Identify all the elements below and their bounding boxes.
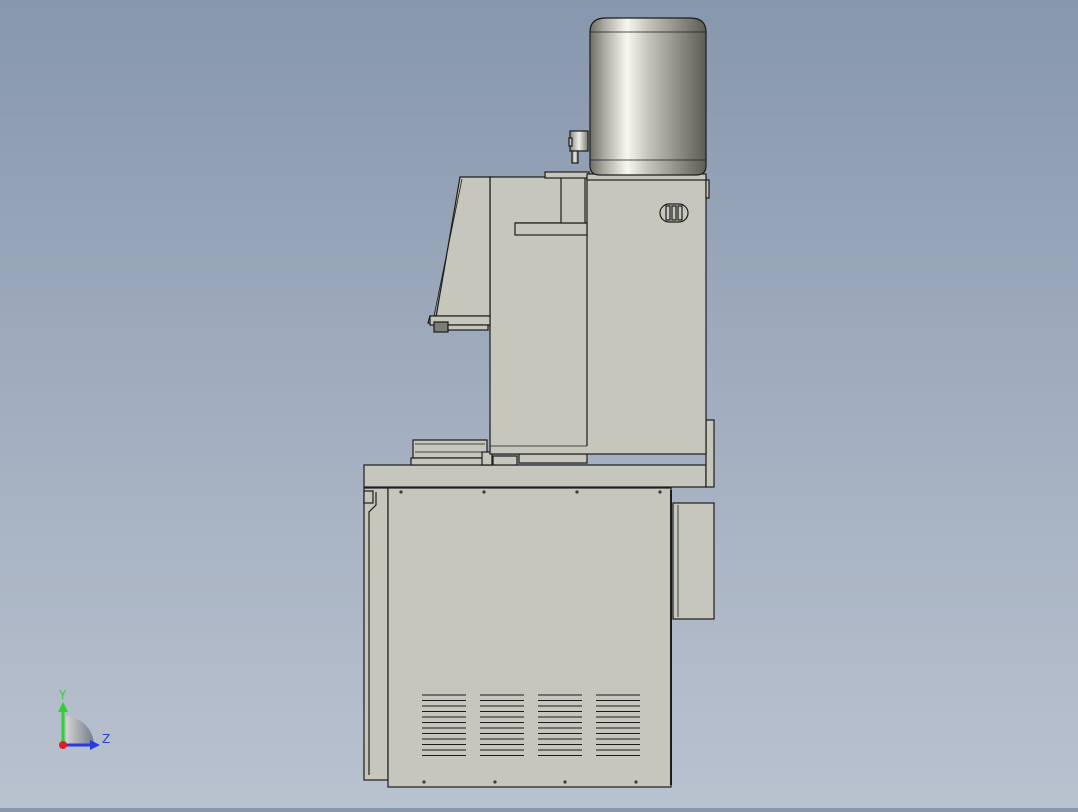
cabinet-side-panel [387,487,672,788]
triad-z-label: Z [102,732,111,746]
press-ram-head [427,176,491,333]
triad-quadrant [66,716,94,746]
rear-electrical-box [672,502,715,620]
slide-guide [560,176,586,224]
coordinate-triad [58,702,100,750]
lower-cabinet [363,487,715,788]
upper-arm-slot [514,222,588,236]
cad-graphics-viewport[interactable]: Y Z [0,0,1078,808]
indicator-lamp [659,203,689,223]
rear-plate [705,419,715,488]
foot-block [492,455,518,466]
worktable-top [363,464,707,488]
origin-dot [59,741,67,749]
door-hinge [363,490,374,504]
fixture-plate [410,439,490,466]
cabinet-door-edge [363,487,389,781]
triad-y-label: Y [59,688,67,702]
top-lip [544,171,590,179]
rail-block [518,453,588,464]
cylinder-tank [589,17,707,176]
machine-side-view-model[interactable] [0,0,1078,808]
air-valve [568,130,589,164]
